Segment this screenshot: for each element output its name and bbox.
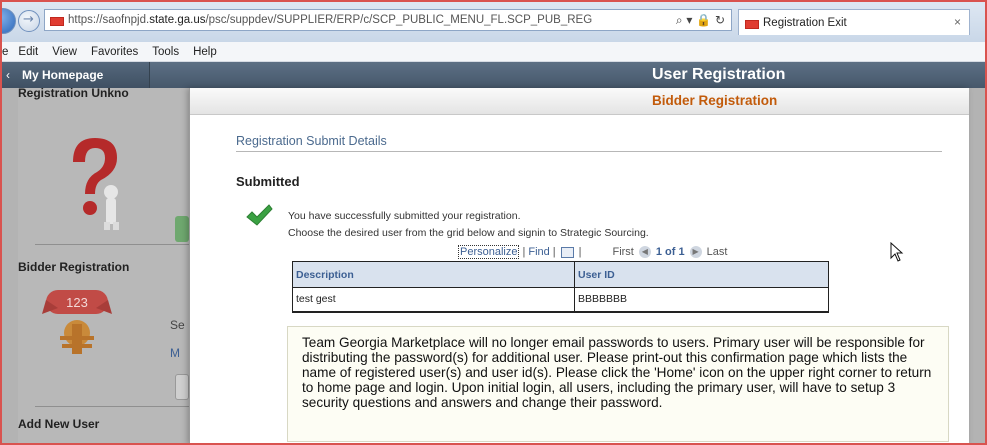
address-bar[interactable]: https://saofnpjd.state.ga.us/psc/suppdev… (44, 9, 732, 31)
previous-arrow-icon[interactable]: ◀ (638, 246, 651, 258)
user-grid: Description User ID test gest BBBBBBB (292, 261, 829, 313)
background-gray-button (175, 374, 189, 400)
toolbar-separator: | (522, 246, 526, 258)
notice-box: Team Georgia Marketplace will no longer … (287, 326, 949, 442)
section-heading: Registration Submit Details (236, 134, 387, 148)
grid-header-row: Description User ID (292, 261, 829, 288)
question-mark-icon (73, 138, 119, 230)
menu-item-favorites[interactable]: Favorites (91, 46, 138, 58)
badge-number: 123 (66, 295, 88, 310)
background-divider-2 (35, 406, 195, 407)
address-url: https://saofnpjd.state.ga.us/psc/suppdev… (68, 14, 593, 26)
cell-description: test gest (292, 287, 575, 313)
success-checkmark-icon (246, 204, 273, 226)
app-header: ‹ My Homepage User Registration (0, 62, 987, 88)
background-stub-link: M (170, 346, 180, 360)
forward-button[interactable] (18, 10, 40, 32)
success-message: You have successfully submitted your reg… (288, 210, 521, 222)
first-link[interactable]: First (612, 246, 633, 258)
menu-item-edit[interactable]: Edit (18, 46, 38, 58)
menu-item-view[interactable]: View (52, 46, 77, 58)
my-homepage-button[interactable]: ‹ My Homepage (0, 62, 150, 88)
menu-item-tools[interactable]: Tools (152, 46, 179, 58)
registration-unknown-title: Registration Unkno (18, 86, 129, 100)
section-divider (236, 151, 942, 152)
chevron-left-icon: ‹ (6, 68, 10, 82)
site-favicon-icon (50, 14, 64, 26)
tab-title: Registration Exit (763, 16, 847, 29)
tab-close-icon[interactable]: × (954, 15, 961, 29)
toolbar-separator: | (552, 246, 556, 258)
background-stub-text-a: Se (170, 318, 185, 332)
next-arrow-icon[interactable]: ▶ (689, 246, 702, 258)
view-all-icon[interactable] (560, 246, 574, 258)
page-indicator: 1 of 1 (655, 246, 685, 258)
status-label: Submitted (236, 174, 300, 189)
column-header-description[interactable]: Description (292, 261, 575, 288)
personalize-link[interactable]: Personalize (458, 245, 520, 259)
modal-header: Bidder Registration (190, 88, 969, 115)
bidder-registration-modal: Bidder Registration Registration Submit … (189, 88, 969, 445)
page-title: User Registration (652, 66, 786, 83)
address-tools[interactable]: ⌕ ▾ 🔒 ↻ (676, 13, 731, 28)
find-link[interactable]: Find (528, 246, 549, 258)
add-new-user-title: Add New User (18, 417, 100, 431)
instruction-text: Choose the desired user from the grid be… (288, 227, 649, 239)
mouse-cursor-icon (890, 242, 904, 262)
menu-item-file[interactable]: e (2, 46, 8, 58)
background-divider (35, 244, 195, 245)
bidder-badge-icon: 123 (42, 290, 112, 354)
grid-toolbar: Personalize | Find | | First ◀ 1 of 1 ▶ … (292, 243, 933, 427)
menu-item-help[interactable]: Help (193, 46, 217, 58)
home-label: My Homepage (22, 68, 104, 82)
back-button[interactable] (0, 8, 16, 34)
column-header-user-id[interactable]: User ID (574, 261, 829, 288)
browser-chrome: https://saofnpjd.state.ga.us/psc/suppdev… (0, 0, 987, 42)
table-row[interactable]: test gest BBBBBBB (292, 287, 829, 313)
tab-favicon-icon (745, 16, 759, 29)
bidder-registration-title: Bidder Registration (18, 260, 130, 274)
last-link[interactable]: Last (707, 246, 728, 258)
background-green-button (175, 216, 189, 242)
browser-tab[interactable]: Registration Exit × (738, 9, 970, 35)
toolbar-separator: | (578, 246, 582, 258)
cell-user-id[interactable]: BBBBBBB (574, 287, 829, 313)
menu-bar: e Edit View Favorites Tools Help (0, 42, 987, 62)
modal-title: Bidder Registration (652, 93, 778, 108)
